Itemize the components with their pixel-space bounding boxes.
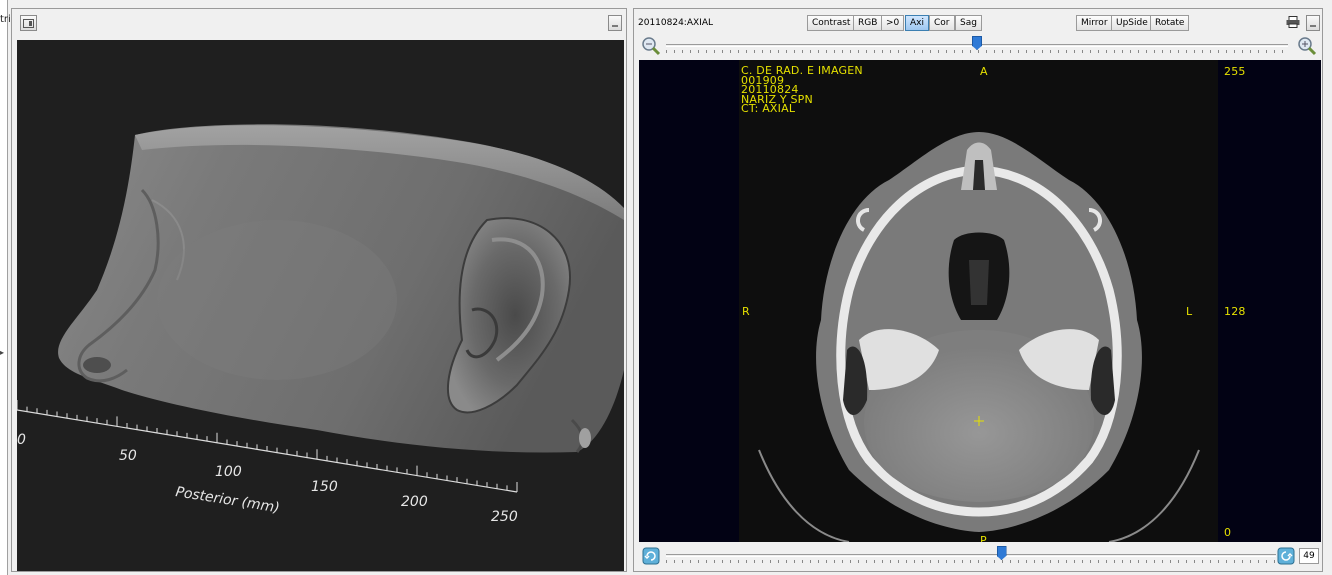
coronal-view-button[interactable]: Cor [929,15,955,31]
minimize-panel-button[interactable] [608,15,622,31]
sagittal-view-button[interactable]: Sag [955,15,982,31]
orientation-posterior: P [980,534,987,542]
truncated-label: tri [0,14,11,25]
slice-slider-track[interactable] [666,554,1276,557]
slice-slider-ticks [666,560,1276,563]
mirror-button[interactable]: Mirror [1076,15,1113,31]
expand-arrow-icon[interactable]: ▸ [0,348,4,357]
series-label: 20110824:AXIAL [638,18,713,28]
3d-panel-toolbar [12,9,626,39]
positive-only-button[interactable]: >0 [881,15,905,31]
ruler-tick-label: 250 [491,509,518,525]
orientation-right: R [742,305,750,318]
ruler-tick-label: 0 [17,432,26,448]
ruler-axis-label: Posterior (mm) [174,484,280,516]
panel-options-icon[interactable] [20,15,37,31]
intensity-scale-mid: 128 [1224,305,1246,318]
refresh-right-icon[interactable] [1275,545,1297,567]
upside-button[interactable]: UpSide [1111,15,1153,31]
zoom-slider-row [634,35,1322,57]
slice-slider-thumb[interactable] [996,546,1007,560]
zoom-out-icon[interactable] [640,35,662,57]
intensity-scale-max: 255 [1224,65,1246,78]
3d-render-panel: 0 50 100 150 200 250 Posterior (mm) [11,8,627,572]
ruler-tick-label: 100 [215,464,242,480]
zoom-slider-ticks [666,50,1288,53]
rgb-button[interactable]: RGB [853,15,883,31]
intensity-scale-min: 0 [1224,526,1232,539]
left-edge-strip: tri ▸ [0,0,11,575]
print-icon[interactable] [1284,13,1302,31]
ruler-tick-label: 200 [401,494,428,510]
3d-viewport[interactable]: 0 50 100 150 200 250 Posterior (mm) [17,40,624,571]
ct-slice-viewer[interactable]: C. DE RAD. E IMAGEN 001909 20110824 NARI… [639,60,1321,542]
zoom-in-icon[interactable] [1296,35,1318,57]
orientation-left: L [1186,305,1193,318]
slice-slider-row: 49 [634,545,1322,567]
ruler-tick-label: 150 [311,479,338,495]
contrast-button[interactable]: Contrast [807,15,856,31]
rotate-button[interactable]: Rotate [1150,15,1190,31]
patient-info-overlay: C. DE RAD. E IMAGEN 001909 20110824 NARI… [741,65,863,113]
slice-number-field[interactable]: 49 [1299,548,1319,564]
ruler-tick-label: 50 [119,448,137,464]
minimize-panel-button[interactable] [1306,15,1320,31]
zoom-slider-thumb[interactable] [972,36,982,50]
refresh-left-icon[interactable] [640,545,662,567]
2d-slice-panel: 20110824:AXIAL Contrast RGB >0 Axi Cor S… [633,8,1323,572]
orientation-anterior: A [980,65,988,78]
head-surface-render [58,124,624,453]
axial-view-button[interactable]: Axi [905,15,929,31]
ct-axial-image [739,60,1218,542]
